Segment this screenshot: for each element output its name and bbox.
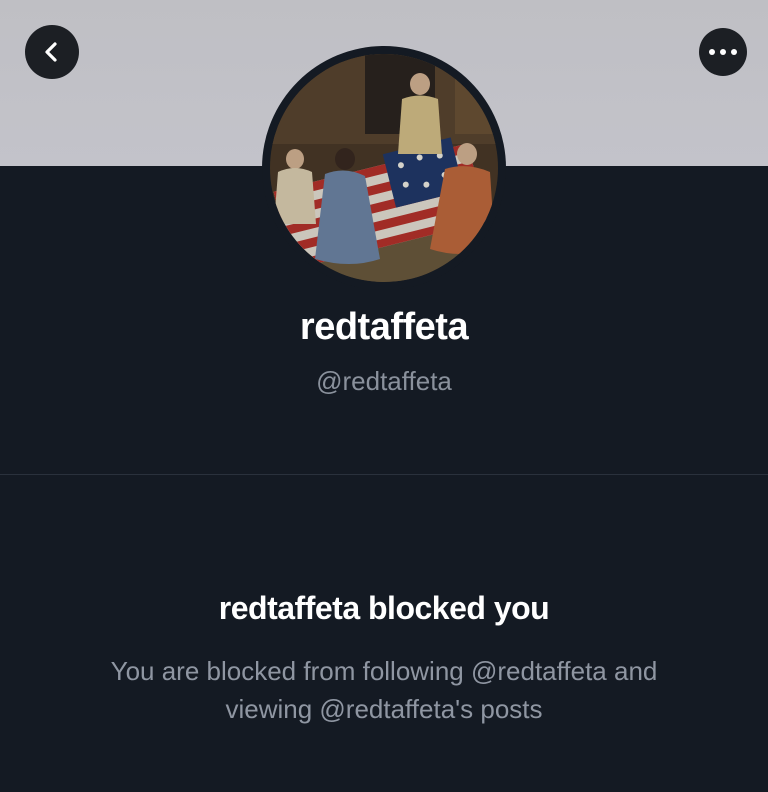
avatar-frame bbox=[262, 46, 506, 290]
chevron-left-icon bbox=[45, 42, 57, 62]
profile-handle: @redtaffeta bbox=[316, 366, 452, 396]
ellipsis-horizontal-icon bbox=[709, 49, 737, 55]
avatar[interactable] bbox=[270, 54, 498, 282]
avatar-image bbox=[270, 54, 498, 282]
profile-page: redtaffeta @redtaffeta redtaffeta blocke… bbox=[0, 0, 768, 792]
divider bbox=[0, 474, 768, 475]
back-button[interactable] bbox=[25, 25, 79, 79]
blocked-description: You are blocked from following @redtaffe… bbox=[110, 656, 658, 724]
profile-display-name: redtaffeta bbox=[299, 306, 469, 348]
blocked-title: redtaffeta blocked you bbox=[218, 590, 550, 626]
more-options-button[interactable] bbox=[699, 28, 747, 76]
